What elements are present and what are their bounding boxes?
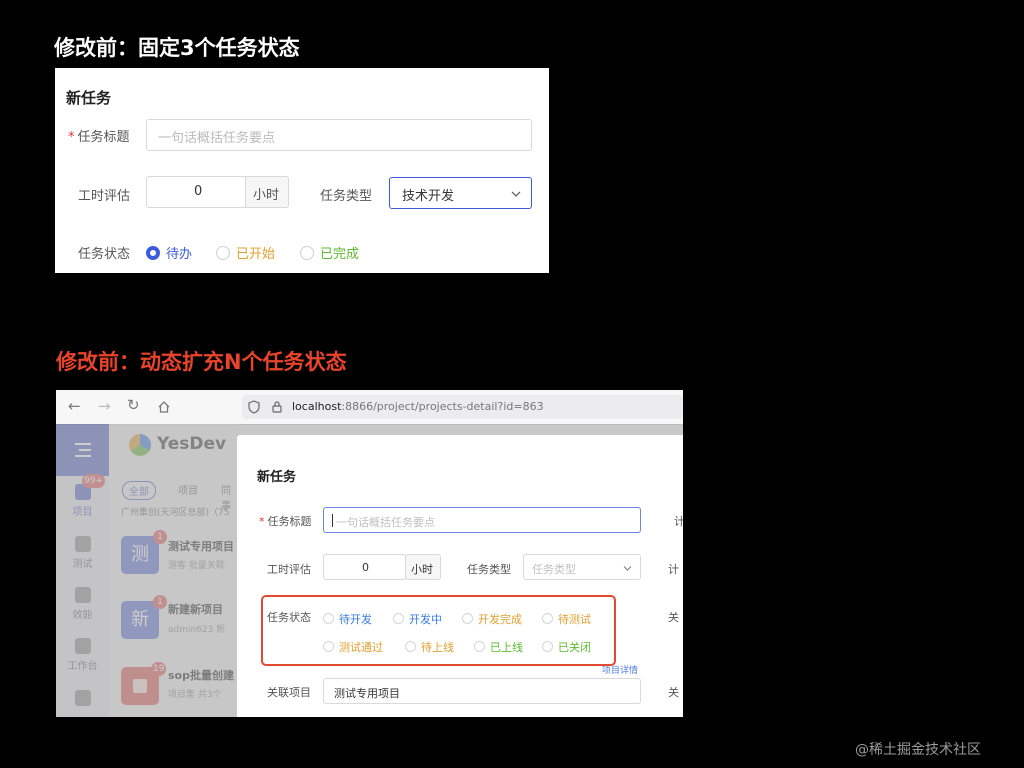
hours-input[interactable]: 0 [323,554,406,580]
related-label-truncated: 关 [668,611,679,624]
status-option-todo[interactable]: 待办 [146,242,192,262]
related-project-select[interactable]: 测试专用项目 [323,678,641,704]
task-title-label: * 任务标题 [259,513,312,529]
footer-watermark: @稀土掘金技术社区 [855,742,981,758]
hours-label: 工时评估 [78,189,131,204]
hours-input[interactable]: 0 [146,176,246,208]
forward-arrow-icon[interactable]: → [98,397,111,415]
hours-value: 0 [194,184,203,199]
task-title-label-text: 任务标题 [267,515,312,528]
required-mark: * [259,515,265,528]
task-type-placeholder: 任务类型 [532,563,576,576]
hours-unit-addon: 小时 [245,176,289,208]
related-project-value: 测试专用项目 [334,687,400,700]
status-option-label: 待办 [166,247,193,262]
status-highlight-box [261,595,616,666]
browser-toolbar: ← → ↻ localhost:8866/project/projects-de… [56,390,683,425]
status-option-label: 已开始 [236,247,276,262]
task-title-input[interactable]: 一句话概括任务要点 [323,507,641,533]
address-bar[interactable]: localhost:8866/project/projects-detail?i… [242,395,683,419]
url-text: localhost:8866/project/projects-detail?i… [292,400,544,413]
task-title-placeholder: 一句话概括任务要点 [158,131,276,146]
back-arrow-icon[interactable]: ← [68,397,81,415]
plan-label-truncated: 计 [668,563,679,576]
status-option-done[interactable]: 已完成 [300,242,359,262]
task-type-select[interactable]: 任务类型 [523,554,641,580]
url-host: localhost [292,400,342,413]
lock-icon [272,401,282,413]
status-label: 任务状态 [78,247,131,262]
task-title-label-text: 任务标题 [77,130,130,145]
radio-icon [300,245,314,260]
required-mark: * [68,130,75,145]
chevron-down-icon [511,191,521,197]
modal-title: 新任务 [257,470,297,485]
shield-icon [248,400,260,414]
related-label-truncated: 关 [668,686,679,699]
status-option-started[interactable]: 已开始 [216,242,275,262]
hours-label: 工时评估 [267,563,311,576]
browser-window: ← → ↻ localhost:8866/project/projects-de… [56,390,683,717]
status-option-label: 已完成 [320,247,360,262]
task-type-select[interactable]: 技术开发 [389,177,532,209]
task-type-value: 技术开发 [402,189,455,204]
old-task-form: 新任务 * 任务标题 一句话概括任务要点 工时评估 0 小时 任务类型 技术开发 … [55,68,549,273]
task-title-input[interactable]: 一句话概括任务要点 [146,119,532,151]
type-label: 任务类型 [467,563,511,576]
plan-label-truncated: 计 [674,515,683,528]
radio-icon-selected [146,245,160,260]
reload-icon[interactable]: ↻ [127,396,140,414]
chevron-down-icon [623,566,632,571]
task-title-placeholder: 一句话概括任务要点 [336,516,435,529]
hours-value: 0 [362,561,369,574]
heading-before: 修改前：固定3个任务状态 [54,36,300,60]
home-icon[interactable] [157,400,171,414]
text-cursor [332,514,333,527]
hours-unit: 小时 [411,563,433,576]
related-project-label: 关联项目 [267,686,311,699]
radio-icon [216,245,230,260]
hours-unit: 小时 [253,188,280,203]
url-path: :8866/project/projects-detail?id=863 [341,400,544,413]
heading-after: 修改前：动态扩充N个任务状态 [56,350,347,374]
form-title: 新任务 [66,89,112,107]
type-label: 任务类型 [320,189,373,204]
task-title-label: * 任务标题 [68,126,130,145]
hours-unit-addon: 小时 [405,554,441,580]
new-task-modal: 新任务 * 任务标题 一句话概括任务要点 计 工时评估 0 小时 任务类型 任务类… [237,435,683,717]
